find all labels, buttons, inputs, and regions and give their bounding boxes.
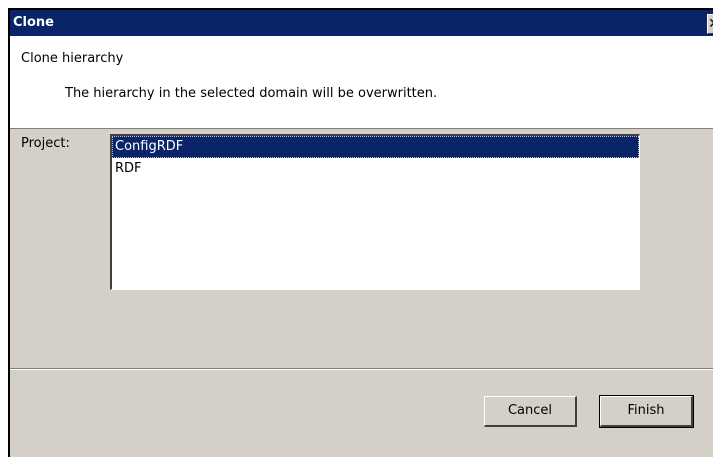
footer-separator: [10, 368, 713, 370]
banner-title: Clone hierarchy: [21, 51, 124, 66]
project-label: Project:: [21, 136, 70, 151]
clone-dialog: Clone ✕ Clone hierarchy The hierarchy in…: [8, 8, 713, 457]
project-listbox[interactable]: ConfigRDF RDF: [110, 134, 640, 290]
dialog-title: Clone: [13, 15, 54, 30]
project-item-configrdf[interactable]: ConfigRDF: [112, 136, 639, 158]
close-icon: ✕: [708, 16, 713, 32]
finish-button[interactable]: Finish: [599, 395, 694, 428]
banner-message: The hierarchy in the selected domain wil…: [65, 86, 438, 101]
cancel-button[interactable]: Cancel: [484, 396, 577, 427]
finish-button-label: Finish: [627, 403, 665, 418]
title-bar[interactable]: Clone ✕: [10, 10, 713, 36]
cancel-button-label: Cancel: [507, 403, 553, 418]
project-item-rdf[interactable]: RDF: [112, 158, 639, 180]
header-banner: Clone hierarchy The hierarchy in the sel…: [10, 36, 713, 129]
close-button[interactable]: ✕: [707, 14, 713, 34]
